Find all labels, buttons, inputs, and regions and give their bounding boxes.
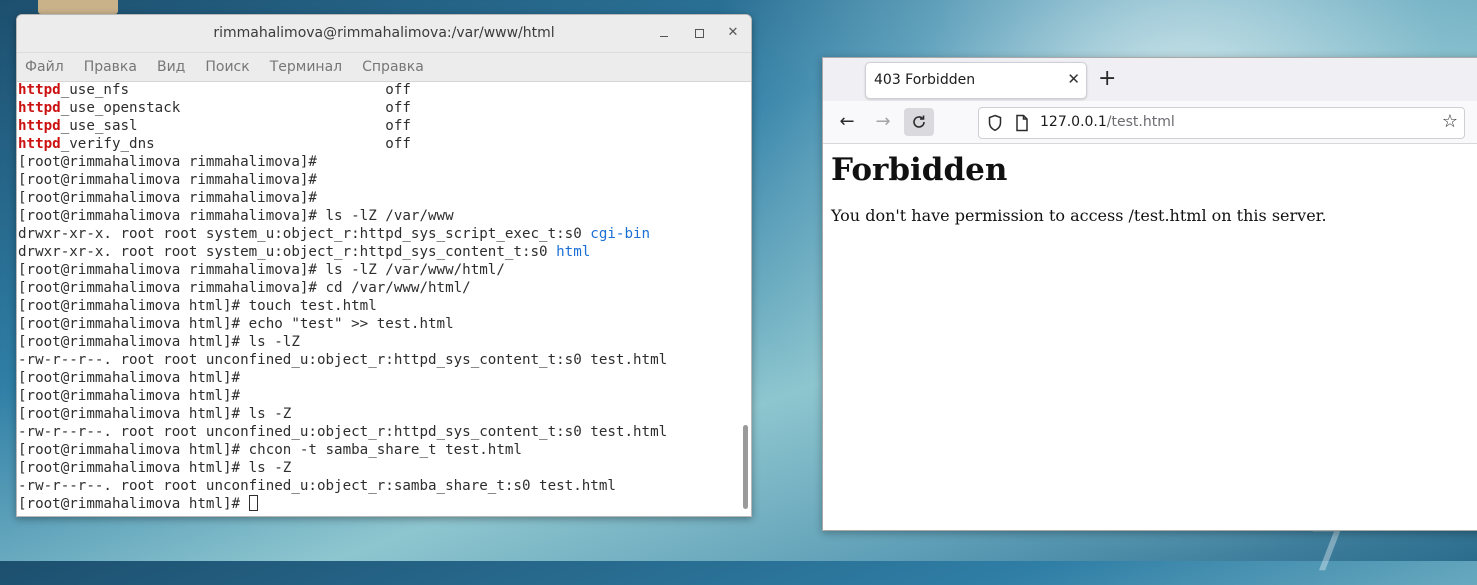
back-button[interactable]: ← bbox=[832, 108, 862, 136]
terminal-text: [root@rimmahalimova html]# bbox=[18, 388, 241, 404]
terminal-text: [root@rimmahalimova rimmahalimova]# cd /… bbox=[18, 280, 471, 296]
terminal-text: [root@rimmahalimova rimmahalimova]# bbox=[18, 190, 317, 206]
terminal-line: [root@rimmahalimova html]# ls -Z bbox=[18, 405, 742, 423]
terminal-line: httpd_verify_dns off bbox=[18, 135, 742, 153]
terminal-title: rimmahalimova@rimmahalimova:/var/www/htm… bbox=[213, 25, 555, 41]
page-content: Forbidden You don't have permission to a… bbox=[823, 144, 1477, 233]
minimize-button[interactable] bbox=[655, 24, 673, 42]
terminal-line: [root@rimmahalimova rimmahalimova]# bbox=[18, 189, 742, 207]
terminal-text: [root@rimmahalimova html]# bbox=[18, 370, 241, 386]
terminal-text: [root@rimmahalimova html]# ls -Z bbox=[18, 460, 292, 476]
shield-icon[interactable] bbox=[987, 114, 1003, 132]
terminal-output[interactable]: httpd_use_nfs off httpd_use_openstack off… bbox=[17, 81, 742, 516]
terminal-line: [root@rimmahalimova html]# bbox=[18, 495, 742, 513]
reload-button[interactable] bbox=[904, 108, 934, 136]
terminal-text: html bbox=[556, 244, 591, 260]
terminal-text: _use_openstack off bbox=[60, 100, 411, 116]
terminal-titlebar[interactable]: rimmahalimova@rimmahalimova:/var/www/htm… bbox=[17, 15, 751, 53]
terminal-line: [root@rimmahalimova rimmahalimova]# ls -… bbox=[18, 261, 742, 279]
terminal-line: -rw-r--r--. root root unconfined_u:objec… bbox=[18, 423, 742, 441]
terminal-line: httpd_use_sasl off bbox=[18, 117, 742, 135]
star-icon[interactable]: ☆ bbox=[1442, 113, 1458, 131]
tab-403-forbidden[interactable]: 403 Forbidden ✕ bbox=[865, 62, 1087, 99]
terminal-text: drwxr-xr-x. root root system_u:object_r:… bbox=[18, 244, 557, 260]
terminal-line: drwxr-xr-x. root root system_u:object_r:… bbox=[18, 243, 742, 261]
address-bar[interactable]: 127.0.0.1/test.html ☆ bbox=[978, 107, 1465, 139]
menu-help[interactable]: Справка bbox=[362, 59, 424, 75]
terminal-text: [root@rimmahalimova html]# ls -Z bbox=[18, 406, 292, 422]
menu-terminal[interactable]: Терминал bbox=[270, 59, 342, 75]
menu-edit[interactable]: Правка bbox=[84, 59, 137, 75]
close-icon[interactable]: ✕ bbox=[1067, 71, 1080, 87]
terminal-text: [root@rimmahalimova rimmahalimova]# bbox=[18, 172, 317, 188]
terminal-line: [root@rimmahalimova html]# echo "test" >… bbox=[18, 315, 742, 333]
page-icon[interactable] bbox=[1015, 114, 1029, 132]
terminal-text: [root@rimmahalimova html]# ls -lZ bbox=[18, 334, 300, 350]
terminal-text: httpd bbox=[18, 82, 61, 98]
new-tab-button[interactable]: + bbox=[1098, 67, 1116, 91]
terminal-text: -rw-r--r--. root root unconfined_u:objec… bbox=[18, 352, 668, 368]
terminal-text: [root@rimmahalimova html]# touch test.ht… bbox=[18, 298, 377, 314]
forward-button[interactable]: → bbox=[868, 108, 898, 136]
terminal-text: [root@rimmahalimova html]# echo "test" >… bbox=[18, 316, 454, 332]
terminal-line: [root@rimmahalimova rimmahalimova]# ls -… bbox=[18, 207, 742, 225]
menu-view[interactable]: Вид bbox=[157, 59, 185, 75]
terminal-line: [root@rimmahalimova html]# ls -lZ bbox=[18, 333, 742, 351]
terminal-line: [root@rimmahalimova html]# ls -Z bbox=[18, 459, 742, 477]
terminal-window[interactable]: rimmahalimova@rimmahalimova:/var/www/htm… bbox=[16, 14, 752, 517]
terminal-scrollbar[interactable] bbox=[743, 83, 748, 511]
maximize-icon bbox=[694, 29, 704, 38]
page-message: You don't have permission to access /tes… bbox=[831, 206, 1327, 225]
terminal-text: -rw-r--r--. root root unconfined_u:objec… bbox=[18, 478, 616, 494]
maximize-button[interactable] bbox=[690, 24, 708, 42]
tab-title: 403 Forbidden bbox=[874, 72, 976, 88]
terminal-text: _use_sasl off bbox=[60, 118, 411, 134]
reload-icon bbox=[913, 115, 925, 128]
arrow-left-icon: ← bbox=[839, 111, 855, 132]
terminal-line: [root@rimmahalimova rimmahalimova]# bbox=[18, 153, 742, 171]
close-icon: ✕ bbox=[727, 25, 739, 40]
url-host: 127.0.0.1 bbox=[1040, 114, 1107, 130]
terminal-text: [root@rimmahalimova rimmahalimova]# ls -… bbox=[18, 262, 505, 278]
tab-strip: 403 Forbidden ✕ + bbox=[823, 58, 1477, 101]
minimize-icon bbox=[660, 36, 668, 37]
terminal-line: drwxr-xr-x. root root system_u:object_r:… bbox=[18, 225, 742, 243]
terminal-line: [root@rimmahalimova rimmahalimova]# cd /… bbox=[18, 279, 742, 297]
browser-window[interactable]: 403 Forbidden ✕ + ← → 127.0.0.1/test.htm… bbox=[822, 57, 1477, 531]
terminal-text: [root@rimmahalimova html]# chcon -t samb… bbox=[18, 442, 522, 458]
terminal-line: httpd_use_nfs off bbox=[18, 81, 742, 99]
terminal-text: _use_nfs off bbox=[60, 82, 411, 98]
navigation-bar: ← → 127.0.0.1/test.html ☆ bbox=[823, 101, 1477, 144]
terminal-text: drwxr-xr-x. root root system_u:object_r:… bbox=[18, 226, 591, 242]
terminal-text: httpd bbox=[18, 100, 61, 116]
menu-search[interactable]: Поиск bbox=[205, 59, 249, 75]
terminal-line: -rw-r--r--. root root unconfined_u:objec… bbox=[18, 351, 742, 369]
scrollbar-thumb[interactable] bbox=[743, 425, 748, 509]
terminal-text: [root@rimmahalimova rimmahalimova]# ls -… bbox=[18, 208, 454, 224]
terminal-line: [root@rimmahalimova rimmahalimova]# bbox=[18, 171, 742, 189]
menu-file[interactable]: Файл bbox=[25, 59, 64, 75]
terminal-line: [root@rimmahalimova html]# touch test.ht… bbox=[18, 297, 742, 315]
terminal-line: [root@rimmahalimova html]# bbox=[18, 387, 742, 405]
url-text[interactable]: 127.0.0.1/test.html bbox=[1040, 114, 1175, 130]
terminal-line: [root@rimmahalimova html]# bbox=[18, 369, 742, 387]
terminal-text: [root@rimmahalimova html]# bbox=[18, 496, 249, 512]
plus-icon: + bbox=[1098, 66, 1117, 91]
arrow-right-icon: → bbox=[875, 111, 891, 132]
desktop-folder-icon[interactable] bbox=[38, 0, 118, 14]
close-button[interactable]: ✕ bbox=[724, 24, 742, 42]
terminal-menubar: Файл Правка Вид Поиск Терминал Справка bbox=[17, 53, 751, 82]
terminal-text: httpd bbox=[18, 118, 61, 134]
terminal-text: httpd bbox=[18, 136, 61, 152]
url-path: /test.html bbox=[1106, 114, 1175, 130]
terminal-line: -rw-r--r--. root root unconfined_u:objec… bbox=[18, 477, 742, 495]
terminal-line: httpd_use_openstack off bbox=[18, 99, 742, 117]
terminal-text: [root@rimmahalimova rimmahalimova]# bbox=[18, 154, 317, 170]
terminal-text: _verify_dns off bbox=[60, 136, 411, 152]
terminal-text: -rw-r--r--. root root unconfined_u:objec… bbox=[18, 424, 668, 440]
page-heading: Forbidden bbox=[831, 152, 1008, 188]
terminal-text: cgi-bin bbox=[590, 226, 651, 242]
terminal-cursor bbox=[248, 495, 258, 511]
terminal-line: [root@rimmahalimova html]# chcon -t samb… bbox=[18, 441, 742, 459]
